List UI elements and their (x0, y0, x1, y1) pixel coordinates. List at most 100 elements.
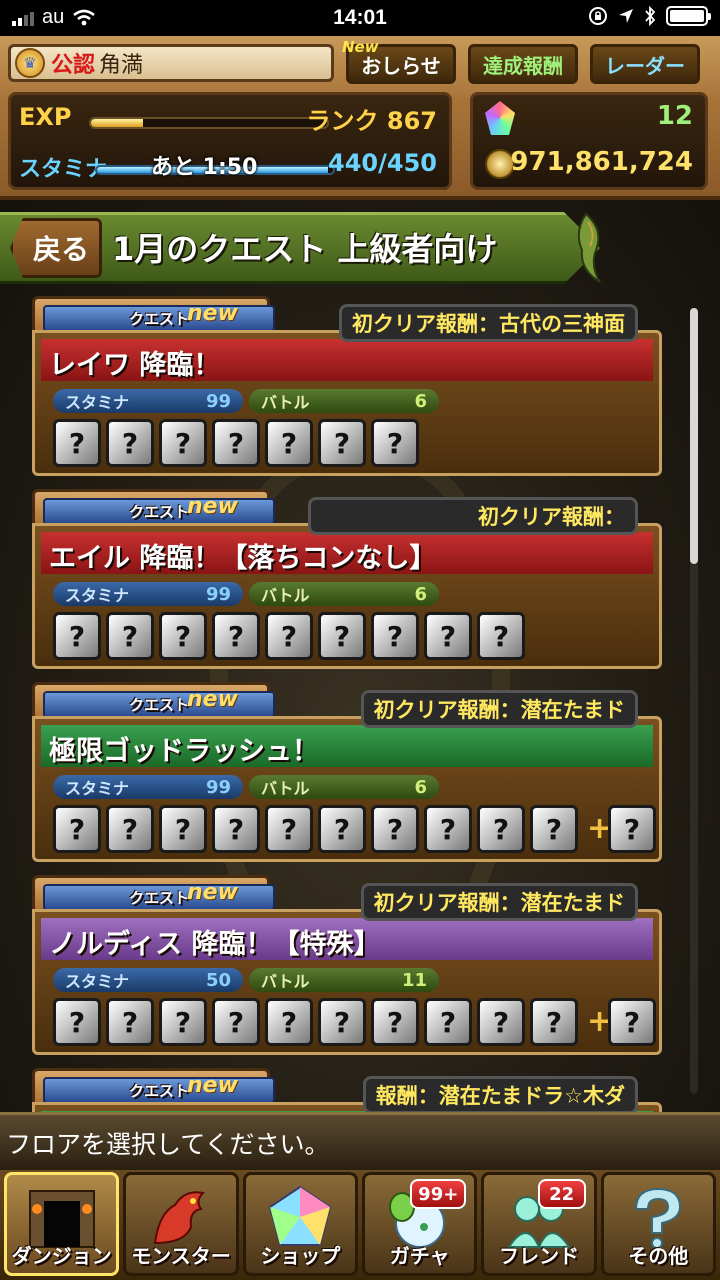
stamina-cost-label: スタミナ (65, 586, 130, 605)
unknown-drop-slot: ? (212, 998, 260, 1046)
unknown-drop-slot: ? (265, 419, 313, 467)
magic-stone-count: 12 (656, 101, 693, 131)
friend-request-badge: 22 (537, 1179, 586, 1209)
quest-new-badge: new (187, 880, 238, 905)
dragon-ornament-icon (577, 212, 601, 283)
unknown-drop-slot: ? (159, 805, 207, 853)
unknown-drops: ????????? (53, 612, 525, 660)
unknown-drop-slot: ? (53, 998, 101, 1046)
quest-card[interactable]: クエスト new ノルディス 降臨！【特殊】 スタミナ 50 バトル 11 ??… (32, 875, 662, 1055)
battle-count-label: バトル (261, 972, 310, 991)
stamina-cost-label: スタミナ (65, 779, 130, 798)
unknown-drop-slot: ? (424, 805, 472, 853)
battle-count-label: バトル (261, 393, 310, 412)
quest-type-label: クエスト (43, 1077, 275, 1104)
stamina-cost-label: スタミナ (65, 972, 130, 991)
tab-label: フレンド (498, 1244, 579, 1268)
radar-button[interactable]: レーダー (590, 44, 700, 84)
quest-card[interactable]: クエスト new 報酬：潜在たまドラ☆木ダ (32, 1068, 662, 1112)
stamina-timer: あと 1:50 (151, 155, 258, 180)
rank-value: ランク 867 (306, 107, 437, 135)
battery-icon (666, 6, 711, 26)
tab-gacha[interactable]: 99+ ガチャ (361, 1172, 478, 1276)
quest-name: ノルディス 降臨！【特殊】 (49, 929, 381, 960)
quest-new-badge: new (187, 687, 238, 712)
battle-count: バトル 11 (249, 968, 439, 992)
battle-count-value: 6 (414, 390, 427, 412)
first-clear-reward: 初クリア報酬：古代の三神面 (339, 304, 638, 342)
player-name-box[interactable]: ♛ 公認 角満 (8, 44, 334, 82)
first-clear-reward: 初クリア報酬： (308, 497, 638, 535)
unknown-drop-slot: ? (53, 612, 101, 660)
stamina-cost: スタミナ 99 (53, 582, 243, 606)
tab-label: モンスター (131, 1244, 231, 1268)
back-button[interactable]: 戻る (10, 218, 102, 278)
unknown-drop-slot: ? (53, 805, 101, 853)
status-bar: au 14:01 (0, 0, 720, 36)
stamina-value: 440/450 (328, 149, 437, 177)
unknown-drop-slot: ? (106, 998, 154, 1046)
unknown-drop-slot: ? (212, 805, 260, 853)
more-drops-plus-icon: + (587, 811, 613, 846)
battle-count: バトル 6 (249, 582, 439, 606)
quest-card[interactable]: クエスト new 極限ゴッドラッシュ！ スタミナ 99 バトル 6 ??????… (32, 682, 662, 862)
quest-type-label: クエスト (43, 884, 275, 911)
stamina-cost-value: 99 (205, 776, 231, 798)
quest-body: レイワ 降臨！ スタミナ 99 バトル 6 ??????? (32, 330, 662, 476)
quest-type-label: クエスト (43, 305, 275, 332)
unknown-drop-slot: ? (424, 612, 472, 660)
unknown-drop-slot: ? (212, 419, 260, 467)
unknown-drop-slot: ? (159, 998, 207, 1046)
unknown-drop-slot: ? (318, 805, 366, 853)
scrollbar[interactable] (690, 308, 698, 1094)
quest-card[interactable]: クエスト new レイワ 降臨！ スタミナ 99 バトル 6 ??????? 初… (32, 296, 662, 476)
unknown-drop-slot: ? (371, 805, 419, 853)
quest-name-band: 極限ゴッドラッシュ！ (41, 725, 653, 767)
unknown-drop-slot: ? (318, 612, 366, 660)
tab-dungeon[interactable]: ダンジョン (4, 1172, 120, 1276)
unknown-drops: ?????????? +? (53, 805, 656, 853)
official-tag: 公認 (51, 53, 96, 78)
unknown-drop-slot: ? (212, 612, 260, 660)
stamina-cost-value: 50 (205, 969, 231, 991)
unknown-drop-slot: ? (106, 612, 154, 660)
quest-body: ノルディス 降臨！【特殊】 スタミナ 50 バトル 11 ?????????? +… (32, 909, 662, 1055)
first-clear-reward: 初クリア報酬：潜在たまド (360, 690, 638, 728)
unknown-drop-slot: ? (371, 612, 419, 660)
unknown-drop-slot: ? (530, 805, 578, 853)
quest-body: エイル 降臨！【落ちコンなし】 スタミナ 99 バトル 6 ????????? (32, 523, 662, 669)
player-name: 角満 (99, 53, 144, 78)
quest-card[interactable]: クエスト new エイル 降臨！【落ちコンなし】 スタミナ 99 バトル 6 ?… (32, 489, 662, 669)
exp-label: EXP (19, 103, 72, 131)
quest-name-band: レイワ 降臨！ (41, 339, 653, 381)
unknown-drop-slot: ? (159, 419, 207, 467)
exp-bar-fill (91, 119, 143, 127)
battle-count: バトル 6 (249, 775, 439, 799)
scrollbar-thumb[interactable] (690, 308, 698, 564)
unknown-drop-slot: ? (265, 612, 313, 660)
instruction-bar: フロアを選択してください。 (0, 1112, 720, 1170)
battle-count: バトル 6 (249, 389, 439, 413)
tab-other[interactable]: その他 (600, 1172, 716, 1276)
tab-label: ダンジョン (11, 1244, 112, 1268)
tab-monster[interactable]: モンスター (123, 1172, 239, 1276)
unknown-drop-slot: ? (371, 998, 419, 1046)
stamina-cost: スタミナ 99 (53, 389, 243, 413)
quest-name: レイワ 降臨！ (49, 350, 221, 381)
battle-count-value: 6 (414, 776, 427, 798)
achievement-rewards-button[interactable]: 達成報酬 (468, 44, 578, 84)
unknown-drops: ??????? (53, 419, 419, 467)
unknown-drop-slot: ? (477, 805, 525, 853)
quest-name: 極限ゴッドラッシュ！ (49, 736, 319, 767)
first-clear-reward: 報酬：潜在たまドラ☆木ダ (362, 1076, 638, 1112)
quest-name-band: ノルディス 降臨！【特殊】 (41, 918, 653, 960)
stamina-label: スタミナ (19, 157, 108, 182)
location-icon (619, 9, 633, 23)
unknown-drop-slot: ? (477, 998, 525, 1046)
first-clear-reward: 初クリア報酬：潜在たまド (360, 883, 638, 921)
quest-new-badge: new (187, 301, 238, 326)
unknown-drop-slot: ? (318, 998, 366, 1046)
tab-shop[interactable]: ショップ (242, 1172, 358, 1276)
player-header: ♛ 公認 角満 おしらせ New 達成報酬 レーダー EXP ランク 867 ス… (0, 36, 720, 200)
tab-friend[interactable]: 22 フレンド (481, 1172, 597, 1276)
